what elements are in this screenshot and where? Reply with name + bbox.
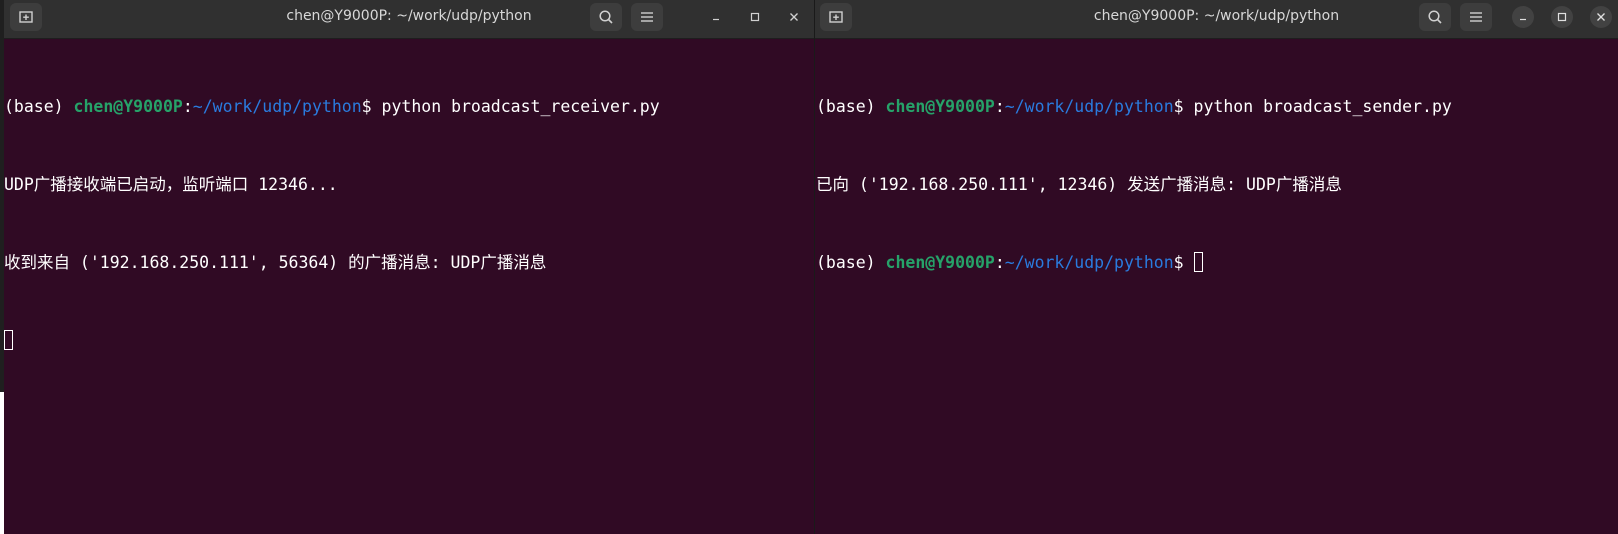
search-button[interactable] [1419, 3, 1451, 31]
search-icon [1427, 9, 1443, 25]
menu-button[interactable] [631, 3, 663, 31]
maximize-button[interactable] [1551, 6, 1573, 28]
minimize-button[interactable] [705, 6, 727, 28]
output-line: 收到来自 ('192.168.250.111', 56364) 的广播消息: U… [4, 253, 547, 272]
prompt-colon: : [994, 97, 1005, 116]
cursor-line [4, 328, 814, 354]
output-line: UDP广播接收端已启动，监听端口 12346... [4, 175, 338, 194]
hamburger-menu-icon [1469, 10, 1483, 24]
prompt-line: (base) chen@Y9000P:~/work/udp/python$ py… [4, 94, 814, 120]
user-host: chen@Y9000P [885, 253, 995, 272]
terminal-output[interactable]: (base) chen@Y9000P:~/work/udp/python$ py… [4, 39, 814, 534]
close-button[interactable] [783, 6, 805, 28]
search-icon [598, 9, 614, 25]
output-line: 已向 ('192.168.250.111', 12346) 发送广播消息: UD… [816, 175, 1342, 194]
minimize-button[interactable] [1512, 6, 1534, 28]
conda-env: (base) [4, 97, 74, 116]
prompt-symbol: $ [1173, 97, 1194, 116]
user-host: chen@Y9000P [885, 97, 995, 116]
search-button[interactable] [590, 3, 622, 31]
new-tab-button[interactable] [820, 3, 852, 31]
close-icon [789, 12, 799, 22]
window-title: chen@Y9000P: ~/work/udp/python [286, 8, 532, 24]
prompt-colon: : [182, 97, 193, 116]
text-cursor [4, 330, 13, 350]
maximize-icon [750, 12, 760, 22]
prompt-line: (base) chen@Y9000P:~/work/udp/python$ [816, 250, 1618, 276]
text-cursor [1193, 252, 1203, 272]
cwd-path: ~/work/udp/python [1004, 97, 1174, 116]
command-text: python broadcast_sender.py [1193, 97, 1452, 116]
prompt-symbol: $ [361, 97, 382, 116]
conda-env: (base) [816, 253, 886, 272]
new-tab-icon [18, 9, 34, 25]
conda-env: (base) [816, 97, 886, 116]
terminal-window-sender[interactable]: chen@Y9000P: ~/work/udp/python (base) ch… [815, 0, 1618, 534]
cwd-path: ~/work/udp/python [192, 97, 362, 116]
close-icon [1596, 12, 1606, 22]
window-title: chen@Y9000P: ~/work/udp/python [1093, 8, 1340, 24]
prompt-line: (base) chen@Y9000P:~/work/udp/python$ py… [816, 94, 1618, 120]
prompt-symbol: $ [1173, 253, 1194, 272]
menu-button[interactable] [1460, 3, 1492, 31]
terminal-output[interactable]: (base) chen@Y9000P:~/work/udp/python$ py… [815, 39, 1618, 534]
maximize-button[interactable] [744, 6, 766, 28]
prompt-colon: : [994, 253, 1005, 272]
new-tab-icon [828, 9, 844, 25]
maximize-icon [1557, 12, 1567, 22]
minimize-icon [711, 12, 721, 22]
user-host: chen@Y9000P [73, 97, 183, 116]
terminal-window-receiver[interactable]: chen@Y9000P: ~/work/udp/python (base) ch… [4, 0, 814, 534]
titlebar[interactable]: chen@Y9000P: ~/work/udp/python [815, 0, 1618, 39]
new-tab-button[interactable] [10, 3, 42, 31]
close-button[interactable] [1590, 6, 1612, 28]
hamburger-menu-icon [640, 10, 654, 24]
titlebar[interactable]: chen@Y9000P: ~/work/udp/python [4, 0, 814, 39]
minimize-icon [1518, 12, 1528, 22]
command-text: python broadcast_receiver.py [381, 97, 660, 116]
cwd-path: ~/work/udp/python [1004, 253, 1174, 272]
